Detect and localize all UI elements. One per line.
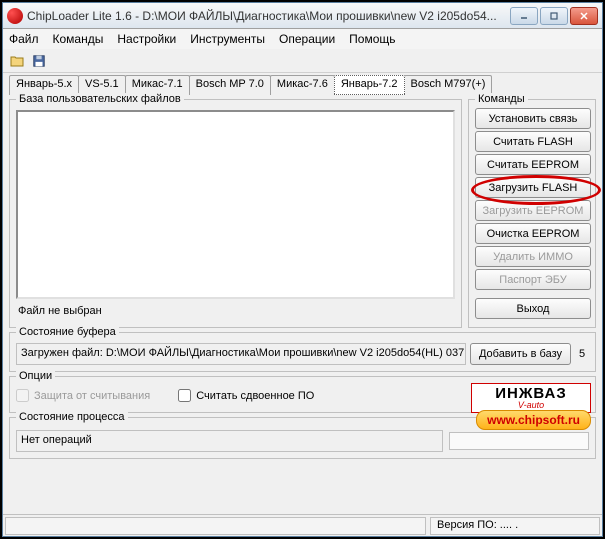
protect-checkbox xyxy=(16,389,29,402)
buffer-suffix: 5 xyxy=(575,348,589,360)
exit-button[interactable]: Выход xyxy=(475,298,591,319)
window-controls xyxy=(510,7,598,25)
menu-help[interactable]: Помощь xyxy=(349,32,395,46)
tab-january5[interactable]: Январь-5.x xyxy=(9,75,79,95)
progress-bar xyxy=(449,432,589,450)
user-files-list[interactable] xyxy=(16,110,455,299)
tab-mikas71[interactable]: Микас-7.1 xyxy=(125,75,190,95)
passport-ecu-button: Паспорт ЭБУ xyxy=(475,269,591,290)
chipsoft-link[interactable]: www.chipsoft.ru xyxy=(476,410,591,430)
file-status-label: Файл не выбран xyxy=(16,303,455,321)
dual-checkbox-wrap[interactable]: Считать сдвоенное ПО xyxy=(178,389,314,402)
buffer-group: Состояние буфера Загружен файл: D:\МОИ Ф… xyxy=(9,332,596,372)
menu-commands[interactable]: Команды xyxy=(53,32,104,46)
options-group: Опции Защита от считывания Считать сдвое… xyxy=(9,376,596,413)
inzhvaz-logo: ИНЖВАЗ V-auto xyxy=(471,383,591,413)
load-eeprom-button: Загрузить EEPROM xyxy=(475,200,591,221)
tab-mikas76[interactable]: Микас-7.6 xyxy=(270,75,335,95)
app-window: ChipLoader Lite 1.6 - D:\МОИ ФАЙЛЫ\Диагн… xyxy=(2,2,603,537)
close-button[interactable] xyxy=(570,7,598,25)
delete-immo-button: Удалить ИММО xyxy=(475,246,591,267)
user-files-legend: База пользовательских файлов xyxy=(16,93,184,105)
buffer-text: Загружен файл: D:\МОИ ФАЙЛЫ\Диагностика\… xyxy=(16,343,466,365)
commands-group: Команды Установить связь Считать FLASH С… xyxy=(468,99,596,328)
commands-legend: Команды xyxy=(475,93,528,105)
save-icon[interactable] xyxy=(31,53,47,69)
options-legend: Опции xyxy=(16,370,55,382)
menubar: Файл Команды Настройки Инструменты Опера… xyxy=(3,29,602,49)
clear-eeprom-button[interactable]: Очистка EEPROM xyxy=(475,223,591,244)
read-flash-button[interactable]: Считать FLASH xyxy=(475,131,591,152)
statusbar: Версия ПО: .... . xyxy=(3,514,602,536)
open-icon[interactable] xyxy=(9,53,25,69)
inzhvaz-small: V-auto xyxy=(518,401,544,410)
content-area: Январь-5.x VS-5.1 Микас-7.1 Bosch MP 7.0… xyxy=(3,73,602,514)
protect-checkbox-wrap: Защита от считывания xyxy=(16,389,150,402)
buffer-legend: Состояние буфера xyxy=(16,326,119,338)
toolbar xyxy=(3,49,602,73)
maximize-button[interactable] xyxy=(540,7,568,25)
titlebar: ChipLoader Lite 1.6 - D:\МОИ ФАЙЛЫ\Диагн… xyxy=(3,3,602,29)
user-files-group: База пользовательских файлов Файл не выб… xyxy=(9,99,462,328)
dual-label: Считать сдвоенное ПО xyxy=(196,390,314,402)
process-legend: Состояние процесса xyxy=(16,411,128,423)
process-text: Нет операций xyxy=(16,430,443,452)
tab-vs51[interactable]: VS-5.1 xyxy=(78,75,126,95)
process-group: Состояние процесса www.chipsoft.ru Нет о… xyxy=(9,417,596,459)
connect-button[interactable]: Установить связь xyxy=(475,108,591,129)
dual-checkbox[interactable] xyxy=(178,389,191,402)
tab-boschm797[interactable]: Bosch M797(+) xyxy=(404,75,493,95)
protect-label: Защита от считывания xyxy=(34,390,150,402)
read-eeprom-button[interactable]: Считать EEPROM xyxy=(475,154,591,175)
menu-file[interactable]: Файл xyxy=(9,32,39,46)
window-title: ChipLoader Lite 1.6 - D:\МОИ ФАЙЛЫ\Диагн… xyxy=(27,9,510,23)
menu-operations[interactable]: Операции xyxy=(279,32,335,46)
status-left xyxy=(5,517,426,535)
tab-boschmp70[interactable]: Bosch MP 7.0 xyxy=(189,75,271,95)
status-version: Версия ПО: .... . xyxy=(430,517,600,535)
tab-strip: Январь-5.x VS-5.1 Микас-7.1 Bosch MP 7.0… xyxy=(9,75,596,95)
minimize-button[interactable] xyxy=(510,7,538,25)
menu-settings[interactable]: Настройки xyxy=(117,32,176,46)
tab-january72[interactable]: Январь-7.2 xyxy=(334,75,405,95)
inzhvaz-big: ИНЖВАЗ xyxy=(495,387,567,401)
load-flash-button[interactable]: Загрузить FLASH xyxy=(475,177,591,198)
add-to-base-button[interactable]: Добавить в базу xyxy=(470,343,571,365)
menu-tools[interactable]: Инструменты xyxy=(190,32,265,46)
app-icon xyxy=(7,8,23,24)
